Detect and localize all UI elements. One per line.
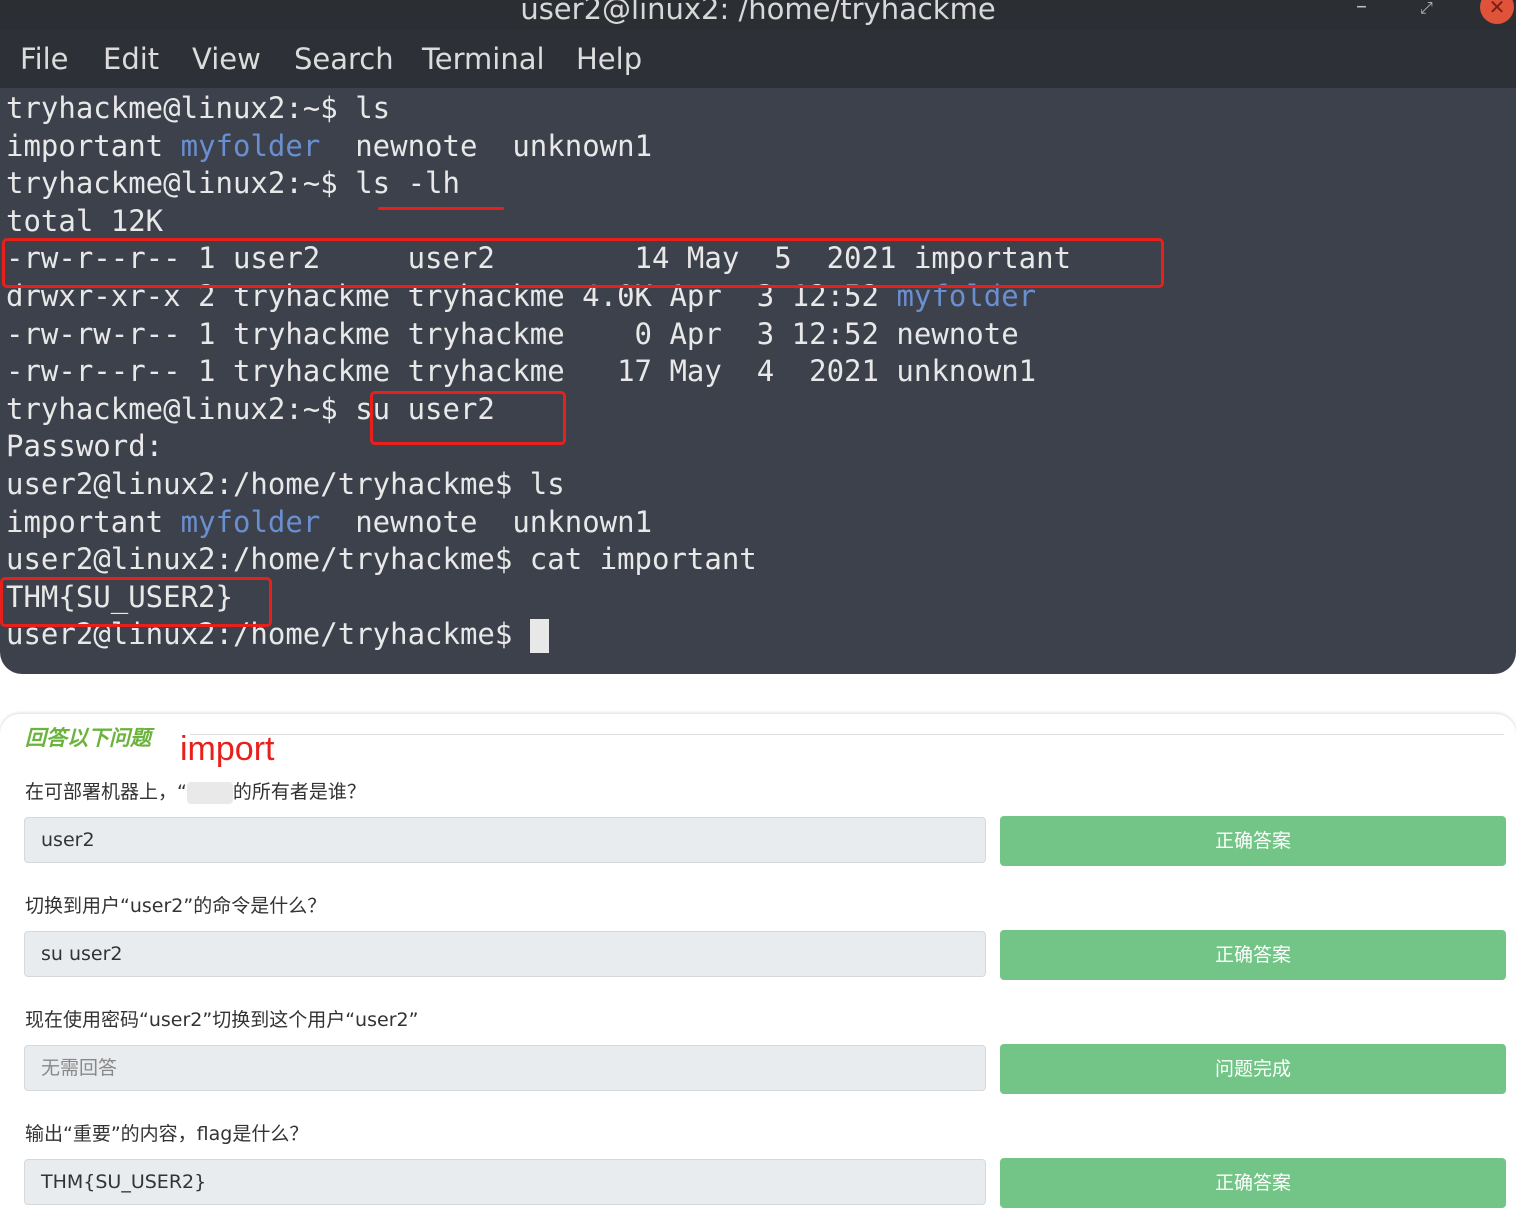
- directory-name: myfolder: [180, 128, 321, 163]
- terminal-line: total 12K: [6, 203, 164, 238]
- terminal-text: important: [6, 128, 181, 163]
- menu-terminal[interactable]: Terminal: [422, 42, 545, 76]
- answer-input[interactable]: user2: [24, 817, 986, 863]
- submit-answer-button[interactable]: 正确答案: [1000, 1158, 1506, 1208]
- menu-help[interactable]: Help: [576, 42, 642, 76]
- terminal-window: user2@linux2: /home/tryhackme – ⤢ ✕ File…: [0, 0, 1516, 674]
- menu-view[interactable]: View: [192, 42, 261, 76]
- section-title: 回答以下问题: [25, 725, 151, 750]
- title-divider: [190, 734, 1504, 735]
- annotation-text: import: [180, 730, 275, 768]
- question-text: 输出“重要”的内容，flag是什么？: [25, 1119, 308, 1146]
- terminal-line: -rw-rw-r-- 1 tryhackme tryhackme 0 Apr 3…: [6, 316, 1019, 351]
- submit-answer-button[interactable]: 正确答案: [1000, 816, 1506, 866]
- menu-file[interactable]: File: [20, 42, 69, 76]
- question-text: 切换到用户“user2”的命令是什么？: [25, 891, 326, 918]
- terminal-text: important: [6, 504, 181, 539]
- question-label: 切换到用户“user2”的命令是什么？: [25, 895, 327, 917]
- window-title: user2@linux2: /home/tryhackme: [520, 0, 996, 26]
- menu-bar: File Edit View Search Terminal Help: [0, 30, 1516, 88]
- terminal-line: user2@linux2:/home/tryhackme$ ls: [6, 466, 565, 501]
- terminal-line: tryhackme@linux2:~$ ls -lh: [6, 166, 460, 201]
- menu-edit[interactable]: Edit: [103, 42, 159, 76]
- menu-search[interactable]: Search: [294, 42, 394, 76]
- annotation-box-important: [2, 238, 1164, 288]
- terminal-text: newnote unknown1: [320, 128, 653, 163]
- terminal-line: -rw-r--r-- 1 tryhackme tryhackme 17 May …: [6, 354, 1037, 389]
- answer-input[interactable]: 无需回答: [24, 1045, 986, 1091]
- question-label: 现在使用密码“user2”切换到这个用户“user2”: [25, 1009, 419, 1031]
- title-bar: user2@linux2: /home/tryhackme – ⤢ ✕: [0, 0, 1516, 30]
- terminal-line: important myfolder newnote unknown1: [6, 504, 1071, 542]
- questions-panel: 回答以下问题 import 在可部署机器上，“ 的所有者是谁？ user2 正确答案切…: [0, 714, 1516, 1221]
- question-label-suffix: 的所有者是谁？: [232, 781, 366, 803]
- terminal-output[interactable]: tryhackme@linux2:~$ ls important myfolder…: [6, 90, 1071, 654]
- terminal-line: user2@linux2:/home/tryhackme$ cat import…: [6, 542, 757, 577]
- submit-answer-button[interactable]: 问题完成: [1000, 1044, 1506, 1094]
- terminal-line: important myfolder newnote unknown1: [6, 128, 1071, 166]
- question-label: 输出“重要”的内容，flag是什么？: [25, 1123, 309, 1145]
- terminal-line: tryhackme@linux2:~$ ls: [6, 91, 391, 125]
- answer-input[interactable]: THM{SU_USER2}: [24, 1159, 986, 1205]
- directory-name: myfolder: [180, 504, 321, 539]
- terminal-cursor: [529, 619, 549, 654]
- question-text: 现在使用密码“user2”切换到这个用户“user2”: [25, 1005, 418, 1032]
- annotation-underline: [378, 207, 504, 210]
- question-text: 在可部署机器上，“ 的所有者是谁？: [25, 777, 366, 804]
- annotation-box-su-command: [370, 391, 566, 445]
- annotation-box-flag: [0, 577, 272, 627]
- submit-answer-button[interactable]: 正确答案: [1000, 930, 1506, 980]
- maximize-icon[interactable]: ⤢: [1420, 0, 1433, 18]
- minimize-icon[interactable]: –: [1356, 0, 1367, 19]
- terminal-text: newnote unknown1: [320, 504, 653, 539]
- question-label: 在可部署机器上，“: [25, 781, 187, 803]
- answer-input[interactable]: su user2: [24, 931, 986, 977]
- redacted-text: [186, 781, 233, 804]
